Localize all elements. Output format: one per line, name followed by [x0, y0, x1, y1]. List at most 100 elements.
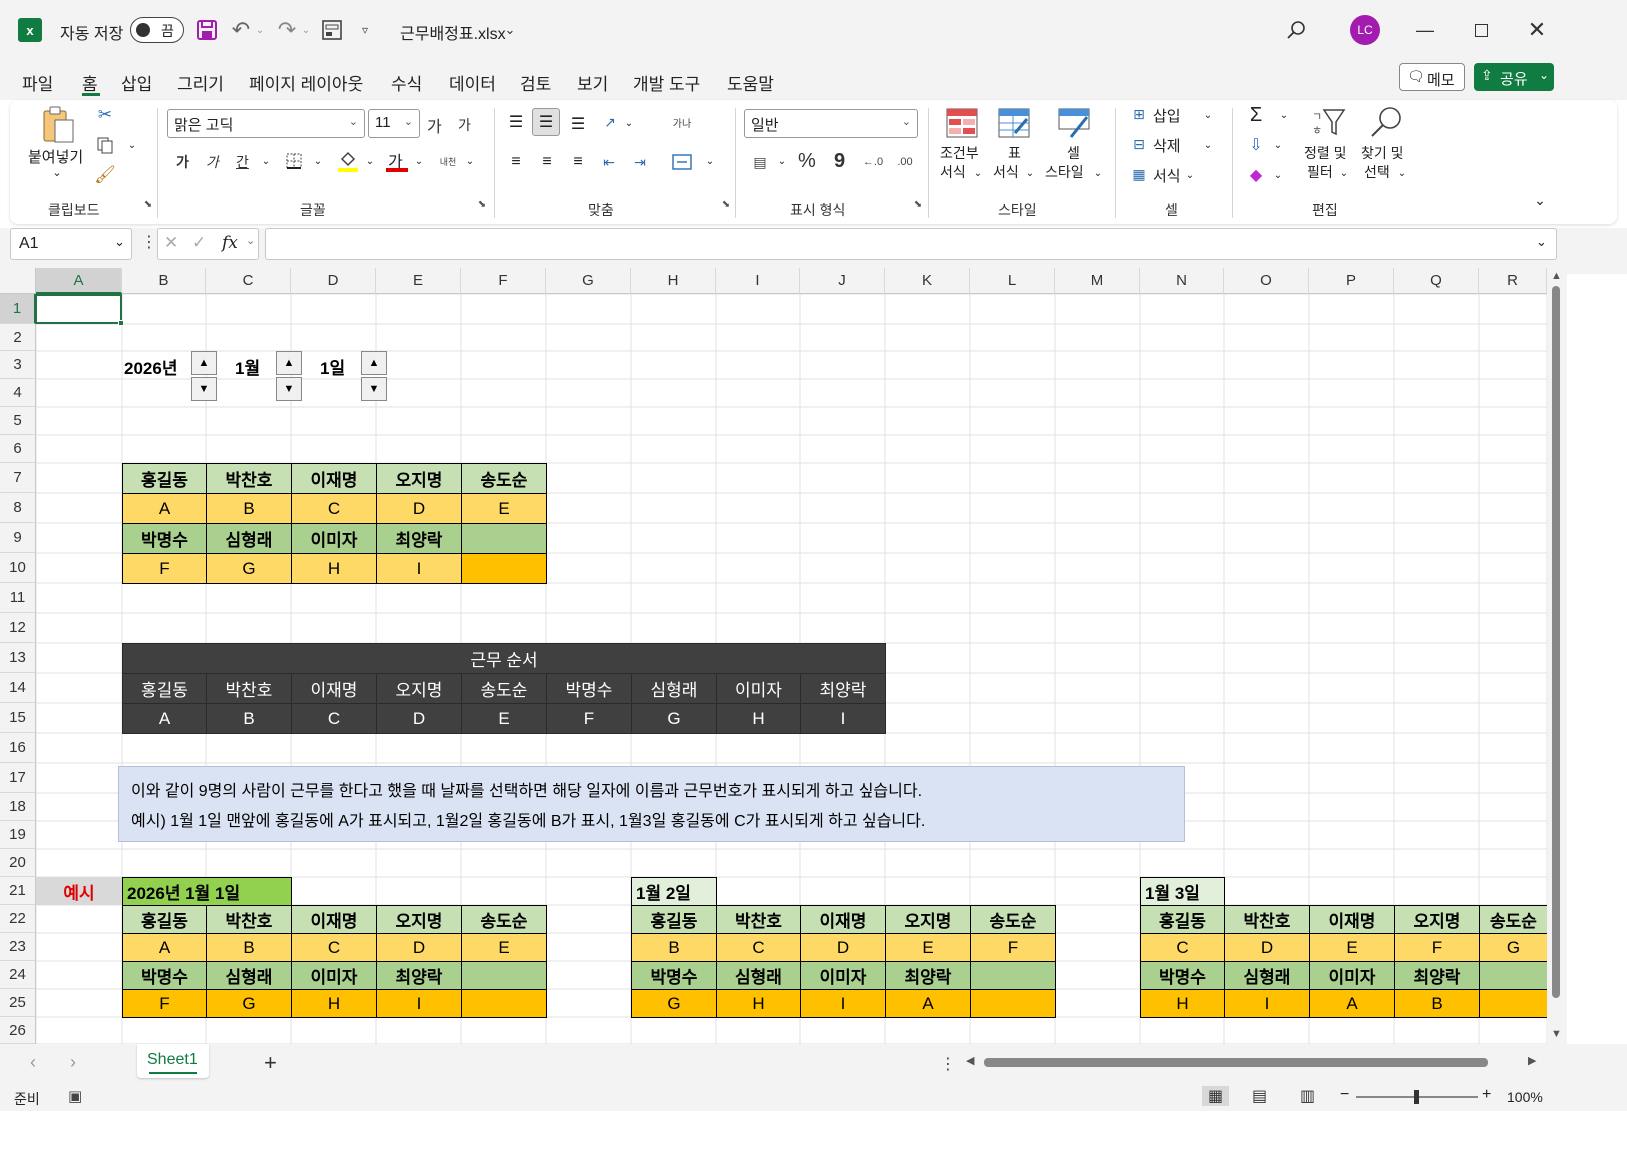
name-cell[interactable]: 홍길동 — [1140, 905, 1225, 934]
name-cell[interactable]: 최양락 — [885, 961, 971, 990]
page-layout-view-icon[interactable]: ▤ — [1252, 1086, 1267, 1106]
code-cell[interactable]: E — [461, 493, 547, 524]
code-cell[interactable]: C — [291, 493, 377, 524]
example-date-title[interactable]: 1월 2일 — [631, 877, 717, 906]
order-table-title[interactable]: 근무 순서 — [122, 643, 886, 674]
name-cell[interactable]: 이미자 — [291, 961, 377, 990]
name-cell[interactable] — [1479, 961, 1547, 990]
scroll-down-icon[interactable]: ▼ — [1551, 1028, 1562, 1040]
order-name-cell[interactable]: 송도순 — [461, 673, 547, 704]
name-cell[interactable]: 심형래 — [716, 961, 801, 990]
name-cell[interactable]: 이미자 — [800, 961, 886, 990]
name-cell[interactable]: 오지명 — [1394, 905, 1480, 934]
order-code-cell[interactable]: H — [716, 703, 801, 734]
order-name-cell[interactable]: 박찬호 — [206, 673, 292, 704]
code-cell[interactable]: C — [1140, 933, 1225, 962]
code-cell[interactable]: H — [716, 989, 801, 1018]
add-sheet-icon[interactable]: + — [264, 1050, 277, 1076]
order-name-cell[interactable]: 심형래 — [631, 673, 717, 704]
name-cell[interactable]: 송도순 — [461, 463, 547, 494]
code-cell[interactable]: I — [800, 989, 886, 1018]
name-cell[interactable]: 이재명 — [291, 905, 377, 934]
order-name-cell[interactable]: 오지명 — [376, 673, 462, 704]
name-cell[interactable]: 박찬호 — [206, 905, 292, 934]
order-code-cell[interactable]: C — [291, 703, 377, 734]
order-name-cell[interactable]: 홍길동 — [122, 673, 207, 704]
name-cell[interactable]: 송도순 — [1479, 905, 1547, 934]
code-cell[interactable]: G — [206, 553, 292, 584]
example-date-title[interactable]: 2026년 1월 1일 — [122, 877, 292, 906]
name-cell[interactable]: 이미자 — [291, 523, 377, 554]
horizontal-scrollbar[interactable]: ◀ ▶ — [966, 1054, 1546, 1070]
name-cell[interactable]: 오지명 — [885, 905, 971, 934]
tab-options-icon[interactable]: ⋮ — [940, 1054, 956, 1074]
order-name-cell[interactable]: 박명수 — [546, 673, 632, 704]
code-cell[interactable]: F — [122, 553, 207, 584]
name-cell[interactable]: 박명수 — [122, 523, 207, 554]
code-cell[interactable]: G — [631, 989, 717, 1018]
name-cell[interactable]: 심형래 — [206, 523, 292, 554]
normal-view-icon[interactable]: ▦ — [1202, 1086, 1230, 1106]
code-cell[interactable]: I — [376, 553, 462, 584]
accessibility-icon[interactable]: ▣ — [68, 1087, 82, 1105]
name-cell[interactable]: 송도순 — [970, 905, 1056, 934]
prev-sheet-icon[interactable]: ‹ — [30, 1052, 36, 1073]
name-cell[interactable]: 박명수 — [631, 961, 717, 990]
code-cell[interactable]: D — [1224, 933, 1310, 962]
zoom-in-icon[interactable]: + — [1482, 1086, 1491, 1104]
order-name-cell[interactable]: 최양락 — [800, 673, 886, 704]
name-cell[interactable]: 오지명 — [376, 463, 462, 494]
order-name-cell[interactable]: 이미자 — [716, 673, 801, 704]
name-cell[interactable]: 이미자 — [1309, 961, 1395, 990]
name-cell[interactable]: 심형래 — [206, 961, 292, 990]
code-cell[interactable]: A — [885, 989, 971, 1018]
order-code-cell[interactable]: F — [546, 703, 632, 734]
sheet-tab-sheet1[interactable]: Sheet1 — [137, 1044, 209, 1078]
code-cell[interactable]: C — [716, 933, 801, 962]
code-cell[interactable]: I — [1224, 989, 1310, 1018]
code-cell[interactable] — [461, 989, 547, 1018]
name-cell[interactable]: 최양락 — [1394, 961, 1480, 990]
order-code-cell[interactable]: G — [631, 703, 717, 734]
code-cell[interactable] — [1479, 989, 1547, 1018]
name-cell[interactable]: 심형래 — [1224, 961, 1310, 990]
zoom-out-icon[interactable]: − — [1340, 1086, 1349, 1104]
code-cell[interactable]: H — [1140, 989, 1225, 1018]
order-code-cell[interactable]: D — [376, 703, 462, 734]
horizontal-scroll-thumb[interactable] — [984, 1058, 1488, 1067]
order-code-cell[interactable]: I — [800, 703, 886, 734]
code-cell[interactable]: B — [631, 933, 717, 962]
name-cell[interactable]: 이재명 — [800, 905, 886, 934]
code-cell[interactable]: G — [206, 989, 292, 1018]
vertical-scrollbar[interactable]: ▲ ▼ — [1547, 268, 1567, 1044]
page-break-view-icon[interactable]: ▥ — [1300, 1086, 1315, 1106]
code-cell[interactable] — [461, 553, 547, 584]
code-cell[interactable]: A — [122, 493, 207, 524]
name-cell[interactable]: 박찬호 — [1224, 905, 1310, 934]
code-cell[interactable]: I — [376, 989, 462, 1018]
name-cell[interactable]: 박찬호 — [206, 463, 292, 494]
note-textbox[interactable]: 이와 같이 9명의 사람이 근무를 한다고 했을 때 날짜를 선택하면 해당 일… — [118, 766, 1185, 842]
order-code-cell[interactable]: E — [461, 703, 547, 734]
name-cell[interactable]: 송도순 — [461, 905, 547, 934]
order-name-cell[interactable]: 이재명 — [291, 673, 377, 704]
name-cell[interactable]: 이재명 — [291, 463, 377, 494]
code-cell[interactable]: A — [1309, 989, 1395, 1018]
scroll-right-icon[interactable]: ▶ — [1528, 1054, 1536, 1067]
code-cell[interactable]: F — [122, 989, 207, 1018]
code-cell[interactable]: H — [291, 553, 377, 584]
code-cell[interactable]: D — [800, 933, 886, 962]
name-cell[interactable] — [461, 961, 547, 990]
code-cell[interactable] — [970, 989, 1056, 1018]
code-cell[interactable]: H — [291, 989, 377, 1018]
name-cell[interactable]: 오지명 — [376, 905, 462, 934]
code-cell[interactable]: A — [122, 933, 207, 962]
code-cell[interactable]: E — [1309, 933, 1395, 962]
zoom-slider[interactable] — [1356, 1090, 1478, 1104]
name-cell[interactable]: 홍길동 — [122, 463, 207, 494]
code-cell[interactable]: E — [461, 933, 547, 962]
zoom-slider-thumb[interactable] — [1414, 1090, 1419, 1104]
name-cell[interactable]: 최양락 — [376, 523, 462, 554]
example-date-title[interactable]: 1월 3일 — [1140, 877, 1225, 906]
name-cell[interactable]: 홍길동 — [122, 905, 207, 934]
